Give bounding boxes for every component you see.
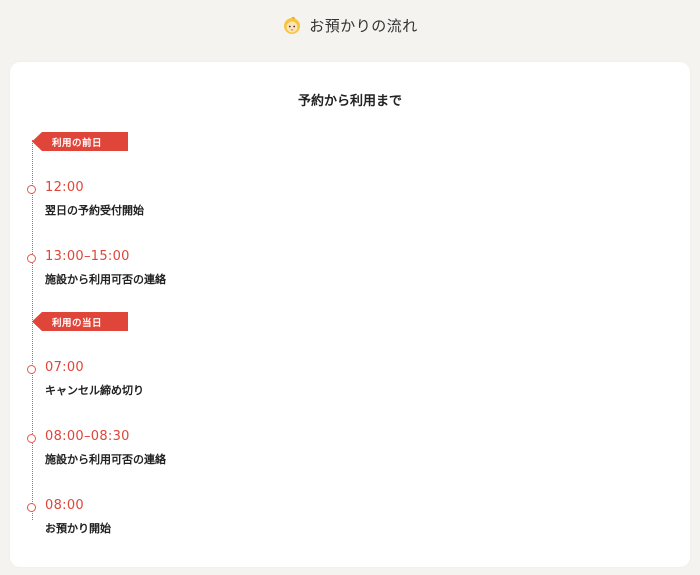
timeline-dot [27,254,36,263]
timeline-dot [27,434,36,443]
baby-icon [282,15,302,35]
event-description: 施設から利用可否の連絡 [45,273,166,286]
timeline-dot [27,365,36,374]
day-of-flag: 利用の当日 [32,312,128,331]
timeline-dot [27,503,36,512]
timeline-dot [27,185,36,194]
page-header: お預かりの流れ [0,12,700,38]
event-time: 13:00–15:00 [45,249,130,264]
event-time: 08:00–08:30 [45,429,130,444]
event-description: 施設から利用可否の連絡 [45,453,166,466]
day-before-flag: 利用の前日 [32,132,128,151]
day-before-label: 利用の前日 [52,137,103,149]
event-description: お預かり開始 [45,522,111,535]
event-description: キャンセル締め切り [45,384,144,397]
event-time: 12:00 [45,180,84,195]
event-time: 07:00 [45,360,84,375]
flow-card: 予約から利用まで 利用の前日 12:00 翌日の予約受付開始 13:00–15:… [10,62,690,567]
event-description: 翌日の予約受付開始 [45,204,144,217]
card-title: 予約から利用まで [297,94,402,109]
day-of-label: 利用の当日 [52,317,103,329]
event-time: 08:00 [45,498,84,513]
page-title: お預かりの流れ [309,16,418,35]
